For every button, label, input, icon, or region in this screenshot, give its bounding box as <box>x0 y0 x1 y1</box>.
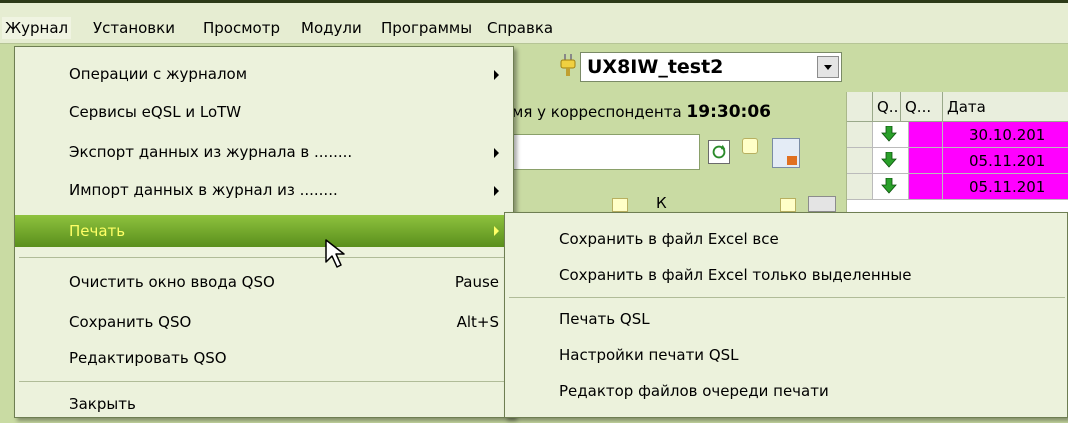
corr-time-value: 19:30:06 <box>686 102 771 122</box>
plug-icon[interactable] <box>560 54 576 78</box>
menu-separator <box>19 381 509 382</box>
log-table: Q.. Q... Дата 30.10.201 05.11.201 05.11.… <box>846 92 1068 212</box>
date-cell: 05.11.201 <box>943 148 1068 174</box>
menu-item-log-operations[interactable]: Операции с журналом <box>15 55 513 93</box>
menu-journal[interactable]: Журнал <box>2 17 72 39</box>
column-header[interactable]: Дата <box>943 92 1068 122</box>
shortcut-label: Pause <box>454 273 499 291</box>
refresh-icon[interactable] <box>708 140 730 164</box>
journal-menu: Операции с журналом Сервисы eQSL и LoTW … <box>14 46 514 418</box>
date-cell: 30.10.201 <box>943 122 1068 148</box>
table-row[interactable]: 30.10.201 <box>847 122 1068 148</box>
shortcut-label: Alt+S <box>456 313 499 331</box>
mouse-cursor-icon <box>325 239 345 268</box>
submenu-arrow-icon <box>494 70 499 80</box>
partial-label: К <box>656 194 667 212</box>
submenu-item-excel-selected[interactable]: Сохранить в файл Excel только выделенные <box>505 257 1067 293</box>
callsign-value: UX8IW_test2 <box>587 56 724 78</box>
submenu-arrow-icon <box>494 148 499 158</box>
menu-modules[interactable]: Модули <box>298 17 365 39</box>
download-arrow-icon <box>881 178 897 194</box>
note-icon[interactable] <box>780 198 796 212</box>
submenu-arrow-icon <box>494 226 499 236</box>
download-arrow-icon <box>881 126 897 142</box>
date-cell: 05.11.201 <box>943 174 1068 200</box>
submenu-item-print-qsl[interactable]: Печать QSL <box>505 301 1067 337</box>
menu-separator <box>509 297 1065 298</box>
submenu-item-excel-all[interactable]: Сохранить в файл Excel все <box>505 221 1067 257</box>
row-indicator-header <box>847 92 873 122</box>
corr-time-row: мя у корреспондента 19:30:06 <box>512 98 771 126</box>
submenu-arrow-icon <box>494 186 499 196</box>
download-arrow-icon <box>881 152 897 168</box>
menu-item-print[interactable]: Печать <box>15 215 513 247</box>
menu-item-eqsl-lotw[interactable]: Сервисы eQSL и LoTW <box>15 93 513 131</box>
menu-item-close[interactable]: Закрыть <box>15 385 513 423</box>
column-header[interactable]: Q... <box>901 92 943 122</box>
menu-programs[interactable]: Программы <box>378 17 475 39</box>
note-icon[interactable] <box>742 138 758 154</box>
table-row[interactable]: 05.11.201 <box>847 174 1068 200</box>
column-header[interactable]: Q.. <box>873 92 901 122</box>
small-button[interactable] <box>808 196 836 212</box>
menu-view[interactable]: Просмотр <box>200 17 283 39</box>
submenu-item-print-queue-editor[interactable]: Редактор файлов очереди печати <box>505 373 1067 409</box>
callsign-combo[interactable]: UX8IW_test2 <box>580 52 842 82</box>
chevron-down-icon[interactable] <box>817 56 839 78</box>
note-icon[interactable] <box>612 198 628 212</box>
menu-help[interactable]: Справка <box>484 17 556 39</box>
menu-item-save-qso[interactable]: Сохранить QSO Alt+S <box>15 303 513 341</box>
qso-input-field[interactable] <box>512 134 700 170</box>
corr-time-label: мя у корреспондента <box>512 103 682 121</box>
menu-item-import[interactable]: Импорт данных в журнал из ........ <box>15 171 513 209</box>
table-row[interactable]: 05.11.201 <box>847 148 1068 174</box>
menu-item-edit-qso[interactable]: Редактировать QSO <box>15 339 513 377</box>
submenu-item-qsl-print-settings[interactable]: Настройки печати QSL <box>505 337 1067 373</box>
menu-bar: Журнал Установки Просмотр Модули Програм… <box>0 0 1068 44</box>
print-submenu: Сохранить в файл Excel все Сохранить в ф… <box>504 212 1068 418</box>
menu-settings[interactable]: Установки <box>90 17 178 39</box>
menu-separator <box>19 257 509 258</box>
save-icon[interactable] <box>772 138 800 168</box>
menu-item-export[interactable]: Экспорт данных из журнала в ........ <box>15 133 513 171</box>
menu-item-clear-qso[interactable]: Очистить окно ввода QSO Pause <box>15 263 513 301</box>
